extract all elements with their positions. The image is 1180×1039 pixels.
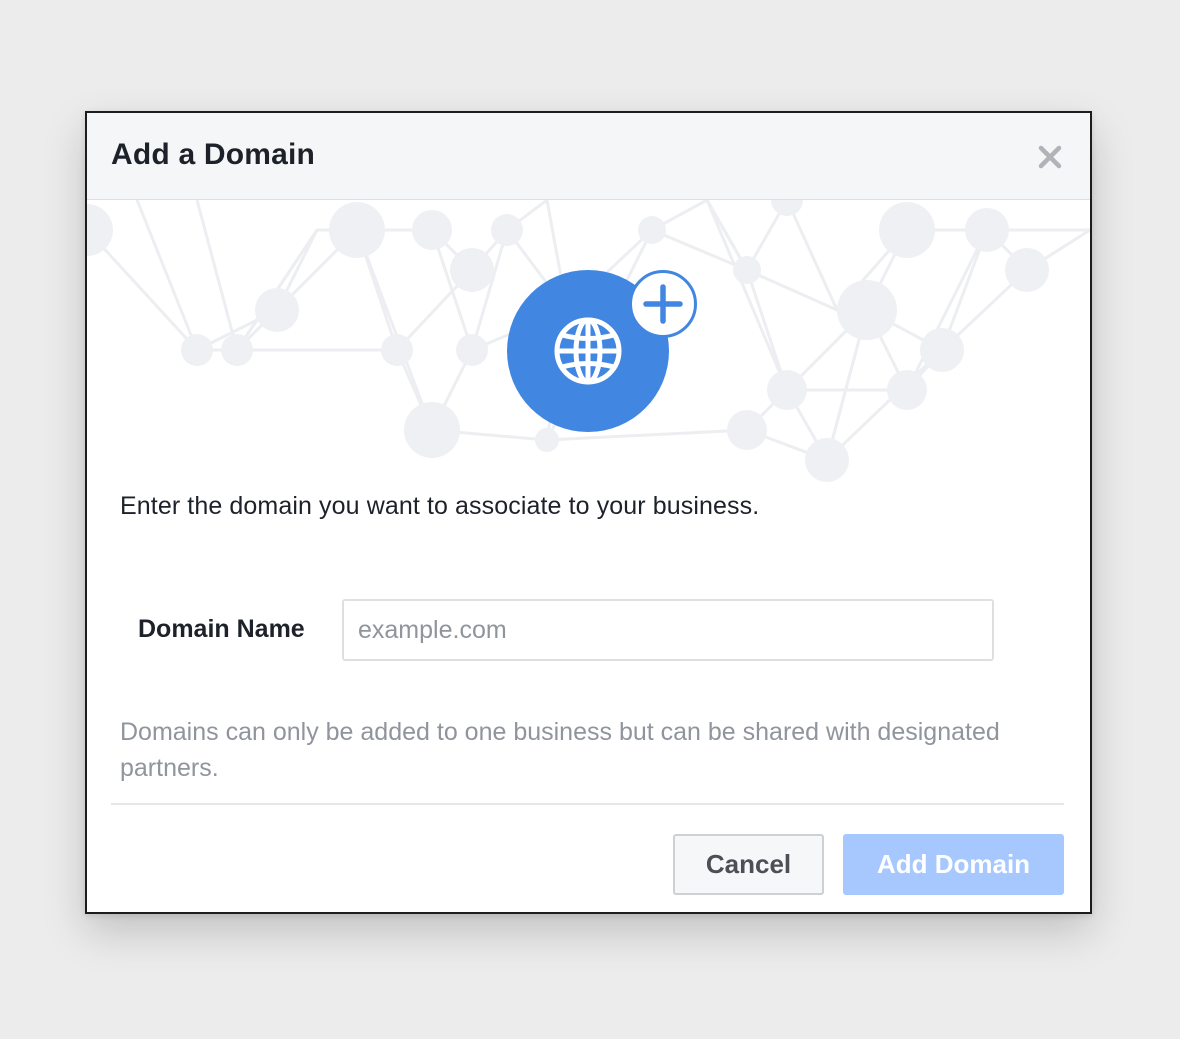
domain-name-label: Domain Name [138,615,305,643]
plus-icon [643,284,683,324]
dialog-title: Add a Domain [111,138,316,171]
cancel-button[interactable]: Cancel [673,834,824,895]
close-button[interactable] [1036,143,1064,171]
instruction-text: Enter the domain you want to associate t… [120,492,760,520]
domain-name-input[interactable] [342,599,994,661]
add-domain-dialog: Add a Domain Enter the domain you want t… [85,111,1092,914]
close-icon [1038,145,1062,169]
plus-badge [629,270,697,338]
add-domain-button[interactable]: Add Domain [843,834,1064,895]
helper-note: Domains can only be added to one busines… [120,718,1000,782]
footer-divider [111,803,1064,805]
dialog-header: Add a Domain [87,113,1090,200]
